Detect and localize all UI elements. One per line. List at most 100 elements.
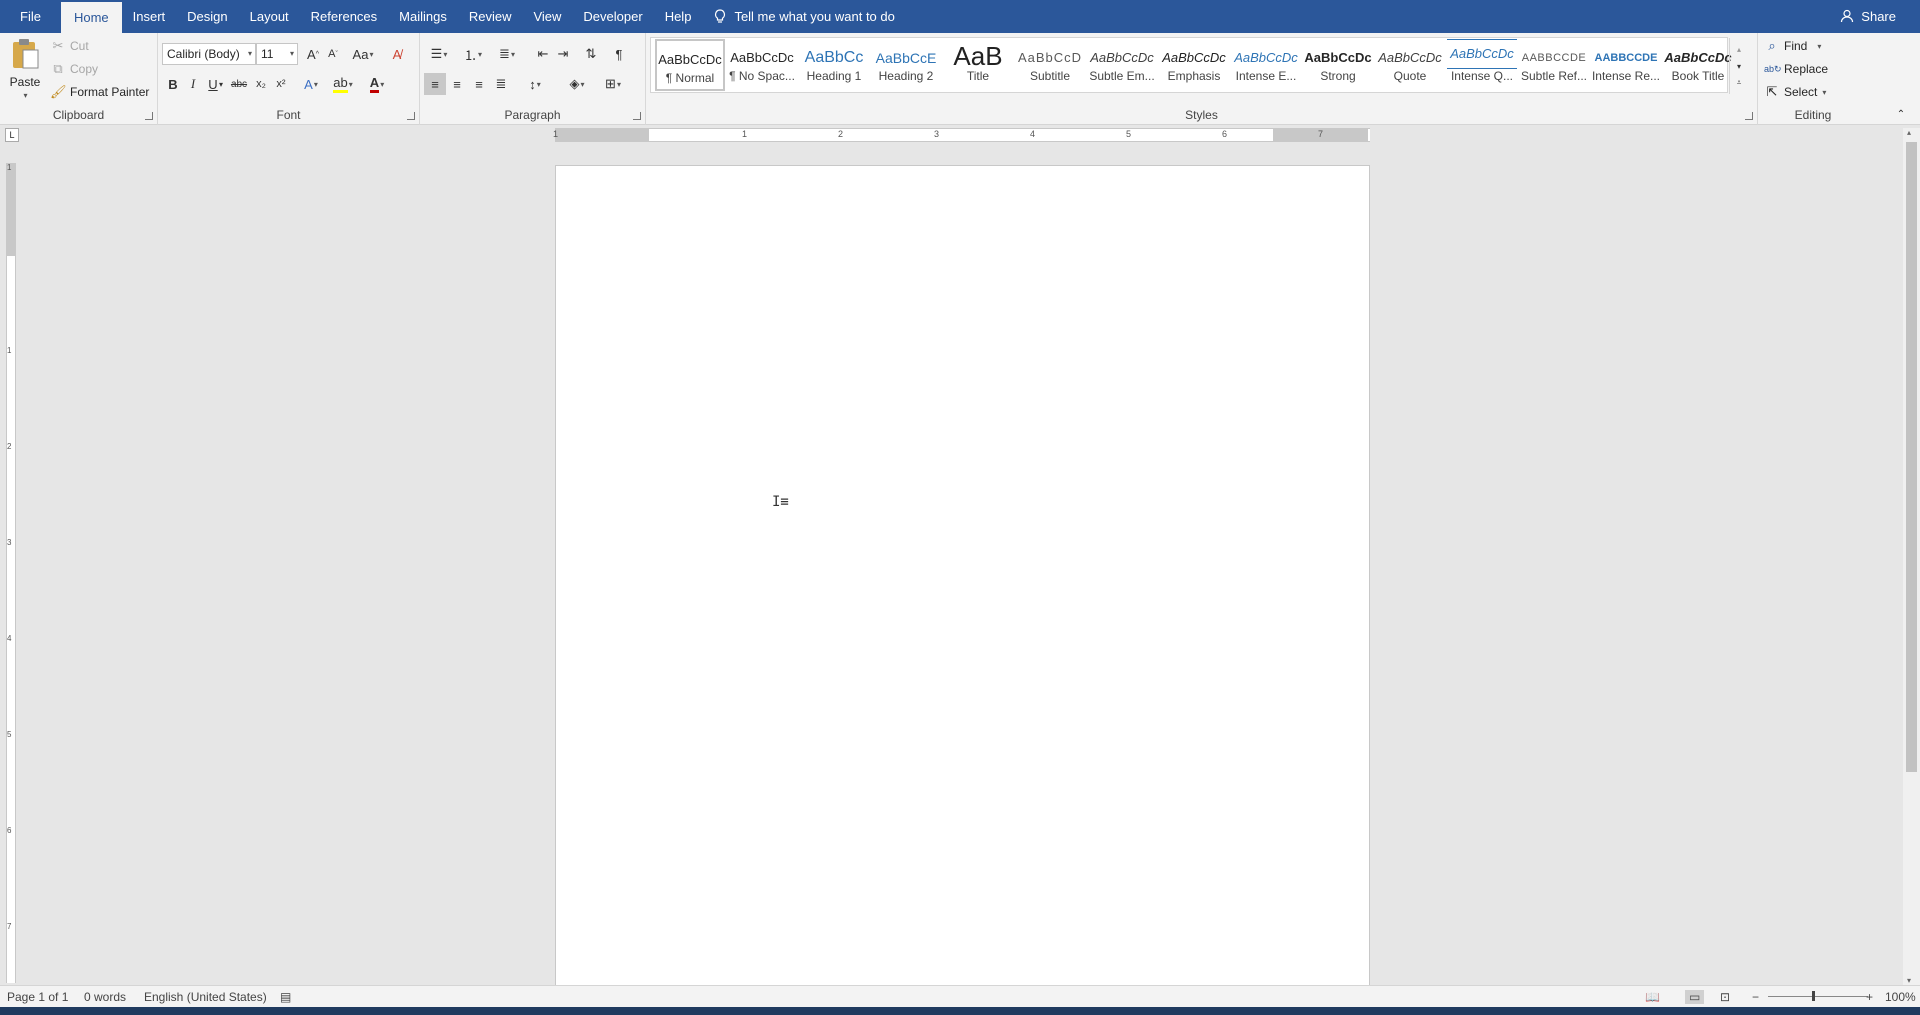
align-center-icon[interactable]: ≡ (446, 73, 468, 95)
copy-label: Copy (70, 62, 99, 76)
language[interactable]: English (United States) (144, 990, 267, 1004)
chevron-down-icon[interactable]: ▾ (1907, 976, 1911, 985)
tab-help[interactable]: Help (654, 0, 703, 33)
copy-button[interactable]: ⧉ Copy (50, 61, 98, 77)
clipboard-group: Paste ▾ ✂ Cut ⧉ Copy 🖌 Format Painter Cl… (0, 33, 158, 125)
read-mode-icon[interactable]: 📖 (1645, 990, 1660, 1004)
zoom-slider-thumb[interactable] (1812, 991, 1815, 1001)
borders-icon[interactable]: ⊞ ▾ (598, 73, 628, 95)
sort-icon[interactable]: ⇅ (580, 43, 602, 65)
style-item[interactable]: AaBbCcDc Emphasis (1159, 39, 1229, 91)
align-right-icon[interactable]: ≡ (468, 73, 490, 95)
tab-review[interactable]: Review (458, 0, 523, 33)
style-item[interactable]: AaBbCcE Heading 2 (871, 39, 941, 91)
tab-selector[interactable]: L (5, 128, 19, 142)
more-styles-icon[interactable]: ⩡ (1728, 72, 1750, 94)
clear-formatting-icon[interactable]: A̸ (386, 43, 408, 65)
tab-home[interactable]: Home (60, 2, 122, 33)
print-layout-icon[interactable]: ▭ (1685, 990, 1705, 1004)
style-item[interactable]: AaB Title (943, 39, 1013, 91)
style-item[interactable]: AaBbCcDc ¶ Normal (655, 39, 725, 91)
tab-layout[interactable]: Layout (239, 0, 300, 33)
text-effects-icon[interactable]: A ▾ (296, 73, 326, 95)
subscript-button[interactable]: x₂ (250, 73, 272, 95)
page-count[interactable]: Page 1 of 1 (7, 990, 68, 1004)
ruler-number: 4 (1030, 129, 1036, 139)
strikethrough-button[interactable]: abc (228, 73, 250, 95)
tab-insert[interactable]: Insert (122, 0, 177, 33)
dialog-launcher-icon[interactable] (145, 112, 153, 120)
tab-view[interactable]: View (522, 0, 572, 33)
zoom-in-icon[interactable]: + (1866, 990, 1873, 1004)
bold-button[interactable]: B (162, 73, 184, 95)
font-color-icon[interactable]: A ▾ (362, 73, 392, 95)
dialog-launcher-icon[interactable] (407, 112, 415, 120)
zoom-slider[interactable] (1768, 996, 1868, 997)
style-item[interactable]: AaBbCcDc Subtle Em... (1087, 39, 1157, 91)
style-item[interactable]: AABBCCDE Subtle Ref... (1519, 39, 1589, 91)
vertical-ruler[interactable]: 1 1 2 3 4 5 6 7 (6, 163, 16, 983)
shading-icon[interactable]: ◈ ▾ (562, 73, 592, 95)
tell-me-search[interactable]: Tell me what you want to do (702, 0, 904, 33)
dialog-launcher-icon[interactable] (1745, 112, 1753, 120)
show-marks-icon[interactable]: ¶ (608, 43, 630, 65)
zoom-level[interactable]: 100% (1885, 990, 1916, 1004)
zoom-out-icon[interactable]: − (1752, 990, 1759, 1004)
style-item[interactable]: AaBbCcDc Strong (1303, 39, 1373, 91)
tab-design[interactable]: Design (176, 0, 238, 33)
style-item[interactable]: AaBbCcDc Intense E... (1231, 39, 1301, 91)
cut-button[interactable]: ✂ Cut (50, 38, 89, 54)
style-item[interactable]: AaBbCc Heading 1 (799, 39, 869, 91)
styles-group: AaBbCcDc ¶ Normal AaBbCcDc ¶ No Spac... AaBb… (646, 33, 1758, 125)
macro-record-icon[interactable]: ▤ (280, 990, 291, 1004)
style-item[interactable]: AABBCCDE Intense Re... (1591, 39, 1661, 91)
bullets-icon[interactable]: ☰ ▾ (424, 43, 454, 65)
change-case-icon[interactable]: Aa ▾ (348, 43, 378, 65)
tab-file[interactable]: File (0, 0, 61, 33)
gallery-scroll[interactable]: ▴ ▾ ⩡ (1729, 38, 1747, 94)
style-name: Subtle Em... (1089, 69, 1155, 83)
style-item[interactable]: AaBbCcD Subtitle (1015, 39, 1085, 91)
grow-font-icon[interactable]: A ^ (302, 43, 324, 65)
document-page[interactable] (555, 165, 1370, 985)
style-item[interactable]: AaBbCcDc ¶ No Spac... (727, 39, 797, 91)
highlight-icon[interactable]: ab ▾ (328, 73, 358, 95)
multilevel-list-icon[interactable]: ≣ ▾ (492, 43, 522, 65)
style-sample: AaBbCcD (1017, 50, 1083, 65)
share-button[interactable]: Share (1839, 0, 1896, 33)
style-item[interactable]: AaBbCcDc Quote (1375, 39, 1445, 91)
font-size-value: 11 (261, 47, 274, 61)
tab-developer[interactable]: Developer (572, 0, 653, 33)
dialog-launcher-icon[interactable] (633, 112, 641, 120)
justify-icon[interactable]: ≣ (490, 73, 512, 95)
align-left-icon[interactable]: ≡ (424, 73, 446, 95)
shrink-font-icon[interactable]: Aˇ (322, 43, 344, 65)
find-button[interactable]: ⌕ Find ▾ (1764, 38, 1821, 54)
decrease-indent-icon[interactable]: ⇤ (532, 43, 554, 65)
replace-button[interactable]: ab↻ Replace (1764, 61, 1828, 77)
tab-references[interactable]: References (300, 0, 388, 33)
select-button[interactable]: ⇱ Select ▾ (1764, 84, 1827, 100)
tab-mailings[interactable]: Mailings (388, 0, 458, 33)
chevron-up-icon[interactable]: ▴ (1907, 128, 1911, 137)
paste-button[interactable]: Paste ▾ (8, 38, 42, 100)
style-item[interactable]: AaBbCcDc Intense Q... (1447, 39, 1517, 91)
collapse-ribbon-icon[interactable]: ⌃ (1890, 103, 1912, 125)
superscript-button[interactable]: x² (270, 73, 292, 95)
format-painter-button[interactable]: 🖌 Format Painter (50, 84, 149, 100)
style-name: Strong (1320, 69, 1356, 83)
horizontal-ruler[interactable]: 1 1 2 3 4 5 6 7 (553, 128, 1370, 142)
font-name-combo[interactable]: Calibri (Body) ▾ (162, 43, 256, 65)
numbering-icon[interactable]: ⒈ ▾ (458, 43, 488, 65)
font-size-combo[interactable]: 11 ▾ (256, 43, 298, 65)
italic-button[interactable]: I (182, 73, 204, 95)
style-item[interactable]: AaBbCcDc Book Title (1663, 39, 1733, 91)
increase-indent-icon[interactable]: ⇥ (552, 43, 574, 65)
word-count[interactable]: 0 words (84, 990, 126, 1004)
ruler-number: 3 (7, 538, 12, 547)
scrollbar-thumb[interactable] (1906, 142, 1917, 772)
vertical-scrollbar[interactable]: ▴ ▾ (1903, 128, 1920, 985)
chevron-down-icon[interactable]: ▾ (216, 73, 226, 95)
web-layout-icon[interactable]: ⊡ (1720, 990, 1730, 1004)
line-spacing-icon[interactable]: ↕ ▾ (520, 73, 550, 95)
